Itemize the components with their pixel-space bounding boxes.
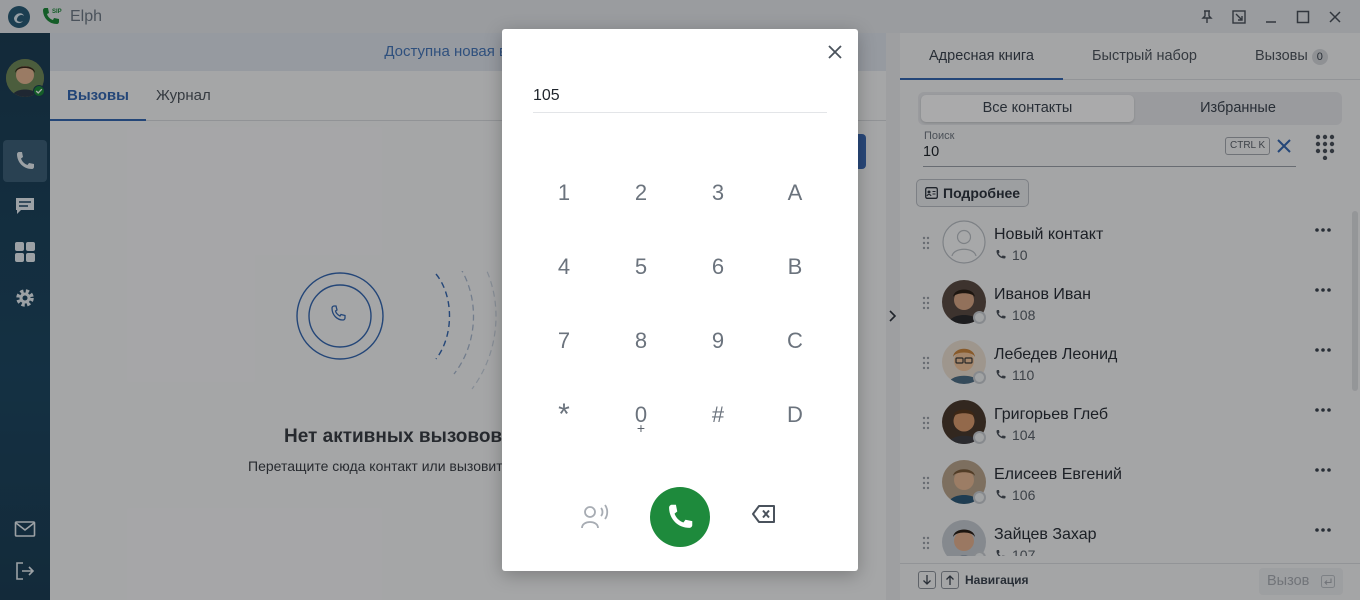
- close-dialog-button[interactable]: [824, 41, 846, 63]
- dial-key-hash[interactable]: #: [688, 385, 748, 445]
- dial-key-2[interactable]: 2: [611, 163, 671, 223]
- dial-number-input[interactable]: [533, 79, 827, 113]
- dial-key-7[interactable]: 7: [534, 311, 594, 371]
- dial-key-4[interactable]: 4: [534, 237, 594, 297]
- dial-key-6[interactable]: 6: [688, 237, 748, 297]
- dial-key-5[interactable]: 5: [611, 237, 671, 297]
- dial-key-star[interactable]: *: [534, 385, 594, 445]
- dial-key-a[interactable]: A: [765, 163, 825, 223]
- backspace-button[interactable]: [751, 503, 777, 525]
- dial-key-9[interactable]: 9: [688, 311, 748, 371]
- dialpad-dialog: 1 2 3 A 4 5 6 B 7 8 9 C * 0 + # D: [502, 29, 858, 571]
- dial-key-8[interactable]: 8: [611, 311, 671, 371]
- backspace-icon: [752, 505, 775, 523]
- dial-call-button[interactable]: [650, 487, 710, 547]
- dial-key-3[interactable]: 3: [688, 163, 748, 223]
- dial-key-1[interactable]: 1: [534, 163, 594, 223]
- dial-key-0[interactable]: 0 +: [611, 385, 671, 445]
- dial-key-c[interactable]: C: [765, 311, 825, 371]
- voice-dial-button[interactable]: [580, 501, 612, 531]
- dial-key-d[interactable]: D: [765, 385, 825, 445]
- dial-key-0-plus: +: [636, 420, 646, 436]
- dial-key-b[interactable]: B: [765, 237, 825, 297]
- close-icon: [828, 45, 842, 59]
- voice-dial-icon: [581, 504, 609, 529]
- phone-icon: [669, 504, 693, 528]
